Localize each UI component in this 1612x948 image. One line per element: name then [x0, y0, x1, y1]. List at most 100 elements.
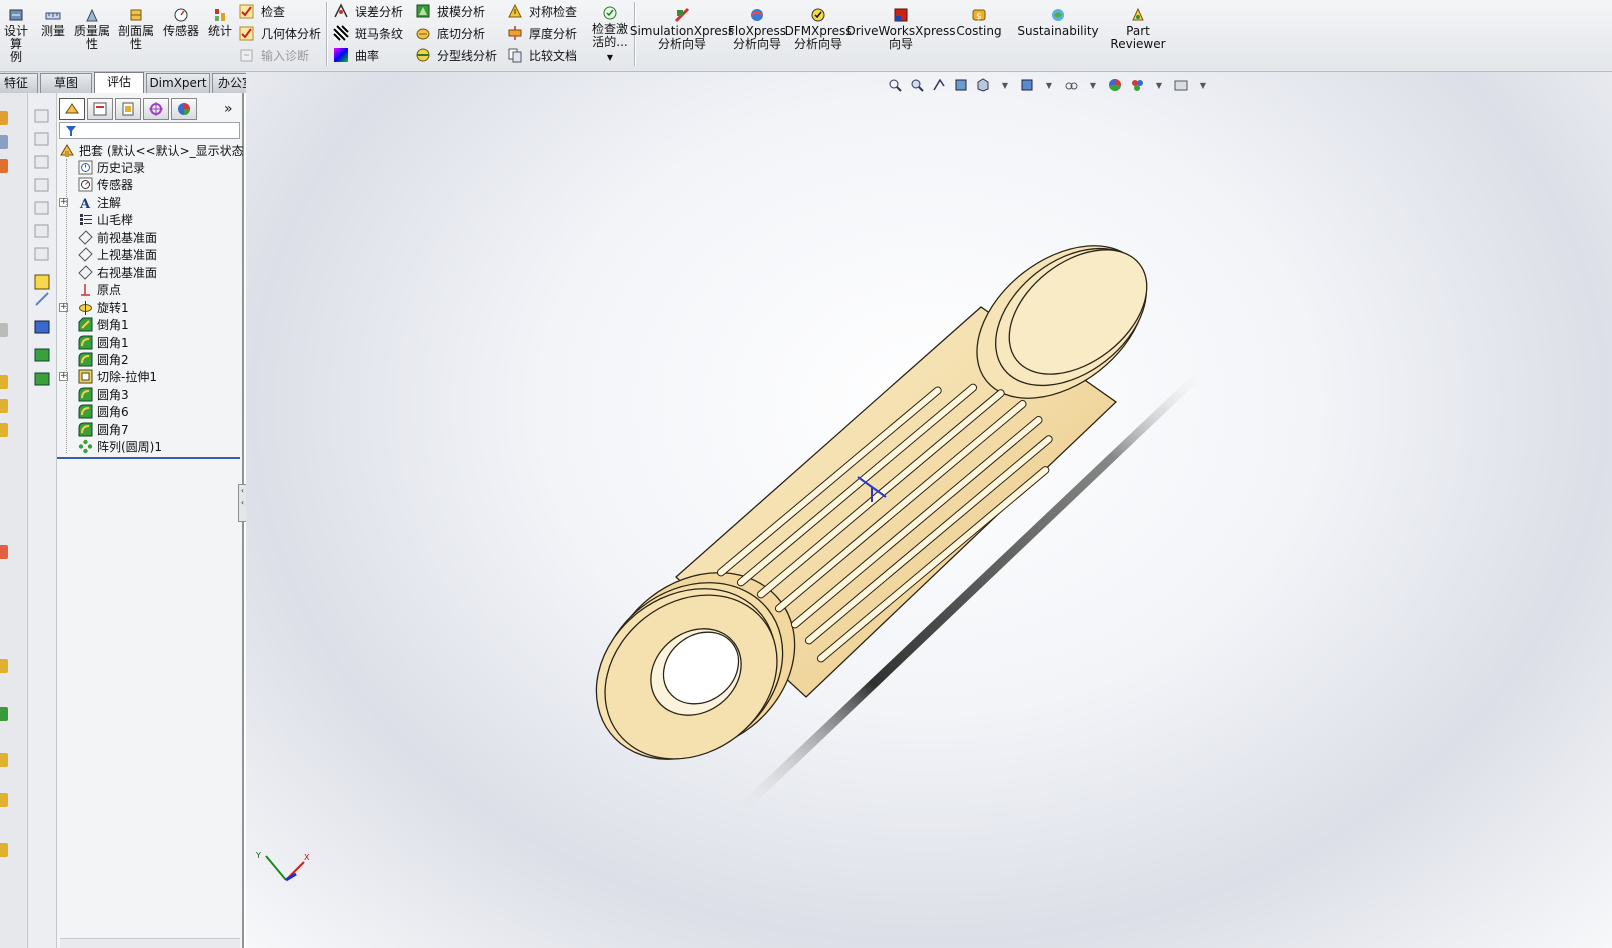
sustainability-label: Sustainability	[1017, 24, 1099, 38]
tree-connector-line	[66, 159, 67, 453]
compare-documents-button[interactable]: 比较文档	[506, 45, 577, 65]
check-active-document-button[interactable]: 检查激 活的... ▼	[588, 4, 632, 64]
driveworksxpress-label: DriveWorksXpress 向导	[846, 24, 956, 51]
curvature-button[interactable]: 曲率	[332, 45, 379, 65]
sensor-label: 传感器	[162, 24, 199, 38]
thickness-analysis-label: 厚度分析	[529, 26, 578, 41]
toolbar-icon[interactable]	[0, 375, 8, 389]
tree-item[interactable]: 上视基准面	[77, 246, 157, 263]
driveworksxpress-button[interactable]: DriveWorksXpress 向导	[846, 6, 956, 51]
compare-documents-label: 比较文档	[529, 48, 578, 63]
dfmxpress-icon	[809, 6, 827, 23]
plane-icon	[77, 264, 93, 280]
part-reviewer-button[interactable]: Part Reviewer	[1110, 6, 1166, 51]
toolbar-icon[interactable]	[0, 843, 8, 857]
tree-item[interactable]: 圆角7	[77, 421, 129, 438]
simulationxpress-icon	[673, 6, 691, 23]
tree-item-label: 圆角6	[97, 405, 129, 420]
tree-item[interactable]: 圆角6	[77, 403, 129, 420]
property-manager-tab-icon[interactable]	[87, 98, 113, 120]
toolbar-icon[interactable]	[0, 793, 8, 807]
section-properties-button[interactable]: 剖面属 性	[117, 6, 155, 51]
tree-item[interactable]: 山毛榉	[77, 211, 133, 228]
fillet-icon	[77, 351, 93, 367]
expand-chevron-icon[interactable]: »	[224, 101, 233, 117]
horizontal-scrollbar[interactable]	[60, 938, 240, 948]
triad-y-label: Y	[255, 851, 261, 860]
tree-item[interactable]: 圆角1	[77, 334, 129, 351]
statistics-button[interactable]: 统计	[206, 6, 234, 38]
draft-analysis-button[interactable]: 拔模分析	[414, 1, 485, 21]
tab-evaluate[interactable]: 评估	[94, 72, 144, 93]
deviation-analysis-button[interactable]: 误差分析	[332, 1, 403, 21]
tree-item-label: 圆角3	[97, 387, 129, 402]
feature-tree-tab-icon[interactable]	[59, 98, 85, 120]
undercut-analysis-label: 底切分析	[437, 26, 486, 41]
fillet-icon	[77, 404, 93, 420]
symmetry-check-button[interactable]: 对称检查	[506, 1, 577, 21]
toolbar-icon[interactable]	[0, 135, 8, 149]
symmetry-check-label: 对称检查	[529, 4, 578, 19]
tab-features[interactable]: 特征	[0, 73, 38, 93]
ribbon-separator	[326, 2, 327, 66]
3d-model-handle-grip[interactable]	[246, 72, 1612, 948]
design-study-icon	[7, 6, 25, 23]
tree-item[interactable]: 右视基准面	[77, 264, 157, 281]
mass-properties-button[interactable]: 质量属 性	[73, 6, 111, 51]
undercut-analysis-icon	[414, 25, 431, 42]
tree-item[interactable]: + 切除-拉伸1	[59, 368, 157, 385]
toolbar-icon[interactable]	[0, 545, 8, 559]
geometry-analysis-button[interactable]: 几何体分析	[238, 23, 321, 43]
tree-item[interactable]: 阵列(圆周)1	[77, 438, 162, 455]
rollback-bar[interactable]	[57, 457, 240, 459]
costing-button[interactable]: $ Costing	[954, 6, 1004, 38]
tree-root-part[interactable]: 把套 (默认<<默认>_显示状态	[59, 142, 244, 159]
fillet-icon	[77, 386, 93, 402]
toolbar-icon[interactable]	[0, 707, 8, 721]
configuration-manager-tab-icon[interactable]	[115, 98, 141, 120]
toolbar-icon[interactable]	[0, 399, 8, 413]
dimxpert-manager-tab-icon[interactable]	[143, 98, 169, 120]
fillet-icon	[77, 334, 93, 350]
simulationxpress-button[interactable]: SimulationXpress 分析向导	[630, 6, 734, 51]
thickness-analysis-button[interactable]: 厚度分析	[506, 23, 577, 43]
toolbar-icon[interactable]	[0, 111, 8, 125]
import-diagnostics-button[interactable]: 输入诊断	[238, 45, 309, 65]
toolbar-icon[interactable]	[0, 423, 8, 437]
design-study-button[interactable]: 设计算 例	[0, 6, 32, 64]
feature-manager-panel: » 把套 (默认<<默认>_显示状态 历史记录 传感器 + A 注解 山毛榉 前视基准面 上视…	[57, 93, 244, 948]
curvature-label: 曲率	[355, 48, 380, 63]
dfmxpress-button[interactable]: DFMXpress 分析向导	[785, 6, 851, 51]
tree-item[interactable]: 传感器	[77, 176, 133, 193]
measure-button[interactable]: 测量	[40, 6, 66, 38]
sensor-button[interactable]: 传感器	[161, 6, 201, 38]
tree-item[interactable]: 圆角3	[77, 386, 129, 403]
floxpress-button[interactable]: FloXpress 分析向导	[728, 6, 786, 51]
sensor-icon	[172, 6, 190, 23]
toolbar-icon[interactable]	[0, 159, 8, 173]
section-properties-icon	[127, 6, 145, 23]
tree-item[interactable]: + A 注解	[59, 194, 121, 211]
toolbar-icon[interactable]	[0, 323, 8, 337]
tree-item[interactable]: 历史记录	[77, 159, 145, 176]
zebra-stripes-button[interactable]: 斑马条纹	[332, 23, 403, 43]
tree-item[interactable]: + 旋转1	[59, 299, 129, 316]
feature-tree-filter-input[interactable]	[59, 122, 240, 139]
check-label: 检查	[261, 4, 286, 19]
graphics-area[interactable]: ▼ ▼ ▼ ▼ ▼ Y X	[246, 72, 1612, 948]
undercut-analysis-button[interactable]: 底切分析	[414, 23, 485, 43]
toolbar-icon[interactable]	[0, 659, 8, 673]
tab-sketch[interactable]: 草图	[40, 73, 92, 93]
tree-item[interactable]: 圆角2	[77, 351, 129, 368]
parting-line-analysis-button[interactable]: 分型线分析	[414, 45, 497, 65]
toolbar-icon[interactable]	[0, 753, 8, 767]
tree-item[interactable]: 倒角1	[77, 316, 129, 333]
display-manager-tab-icon[interactable]	[171, 98, 197, 120]
symmetry-check-icon	[506, 3, 523, 20]
sustainability-button[interactable]: Sustainability	[1017, 6, 1099, 38]
tree-item[interactable]: 原点	[77, 281, 121, 298]
tree-item[interactable]: 前视基准面	[77, 229, 157, 246]
view-orientation-icons[interactable]	[28, 93, 57, 413]
tab-dimxpert[interactable]: DimXpert	[146, 73, 210, 93]
check-button[interactable]: 检查	[238, 1, 285, 21]
